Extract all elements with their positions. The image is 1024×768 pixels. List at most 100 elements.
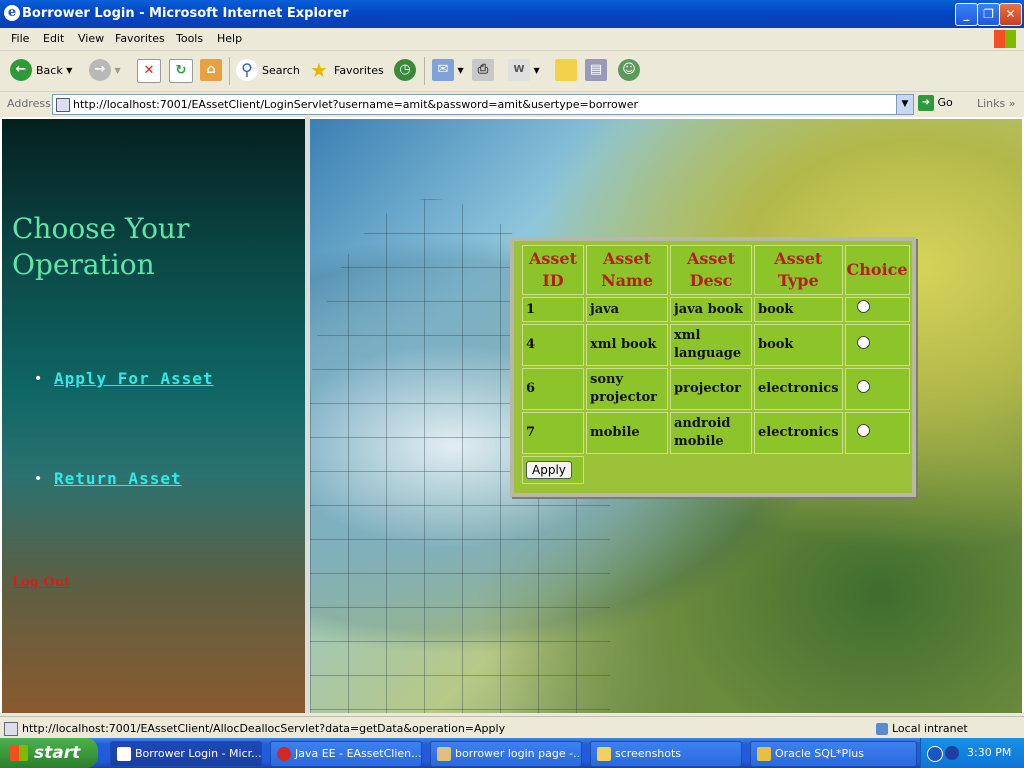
cell-asset-name: java xyxy=(586,297,668,322)
cell-apply: Apply xyxy=(522,456,584,484)
cell-asset-id: 4 xyxy=(522,324,584,366)
cell-asset-desc: projector xyxy=(670,368,752,410)
sqlplus-icon xyxy=(757,747,771,761)
intranet-icon xyxy=(876,723,888,735)
task-java-ee[interactable]: Java EE - EAssetClien... xyxy=(270,741,422,767)
menu-edit[interactable]: Edit xyxy=(43,32,64,45)
cell-asset-type: electronics xyxy=(754,412,843,454)
system-tray: 3:30 PM xyxy=(920,738,1024,768)
choice-radio[interactable] xyxy=(856,335,870,349)
home-icon: ⌂ xyxy=(200,59,222,81)
edit-button[interactable]: W ▼ xyxy=(508,59,540,83)
operation-list: Apply For Asset Return Asset xyxy=(14,369,214,569)
address-label: Address xyxy=(7,97,51,110)
cell-asset-type: book xyxy=(754,297,843,322)
stop-icon: ✕ xyxy=(137,59,161,83)
status-bar: http://localhost:7001/EAssetClient/Alloc… xyxy=(0,716,1024,739)
task-borrower-login[interactable]: Borrower Login - Micr... xyxy=(110,741,262,767)
back-arrow-icon: ← xyxy=(10,59,32,81)
cell-asset-type: electronics xyxy=(754,368,843,410)
task-borrower-login-page[interactable]: borrower login page -... xyxy=(430,741,582,767)
task-screenshots[interactable]: screenshots xyxy=(590,741,742,767)
links-toolbar[interactable]: Links » xyxy=(977,97,1016,110)
history-button[interactable]: ◷ xyxy=(394,59,416,83)
menu-bar: File Edit View Favorites Tools Help xyxy=(0,28,1024,51)
toolbar: ← Back ▼ → ▼ ✕ ↻ ⌂ ⚲ Search ★ Favorites ◷ ✉… xyxy=(0,51,1024,92)
address-url: http://localhost:7001/EAssetClient/Login… xyxy=(73,98,639,111)
research-button[interactable]: ▤ xyxy=(585,59,607,83)
note-icon xyxy=(555,59,577,81)
ie-icon: e xyxy=(4,5,20,21)
home-button[interactable]: ⌂ xyxy=(200,59,222,83)
go-button[interactable]: ➜ Go xyxy=(918,95,953,111)
minimize-button[interactable]: _ xyxy=(955,3,978,26)
favorites-button[interactable]: ★ Favorites xyxy=(308,59,384,83)
header-asset-id: Asset ID xyxy=(522,245,584,295)
apply-button[interactable]: Apply xyxy=(526,460,572,479)
network-icon[interactable] xyxy=(945,746,959,760)
page-icon xyxy=(4,722,18,736)
header-asset-desc: Asset Desc xyxy=(670,245,752,295)
choice-radio[interactable] xyxy=(856,379,870,393)
paint-icon xyxy=(437,747,451,761)
window-title: Borrower Login - Microsoft Internet Expl… xyxy=(22,6,349,21)
messenger-icon: ☺ xyxy=(618,59,640,81)
refresh-icon: ↻ xyxy=(169,59,193,83)
cell-asset-type: book xyxy=(754,324,843,366)
messenger-button[interactable]: ☺ xyxy=(618,59,640,83)
cell-choice xyxy=(844,368,910,410)
menu-view[interactable]: View xyxy=(78,32,104,45)
log-out-link[interactable]: Log Out xyxy=(12,575,70,590)
choice-radio[interactable] xyxy=(856,423,870,437)
tray-expand-icon[interactable] xyxy=(927,746,943,762)
mail-button[interactable]: ✉ ▼ xyxy=(432,59,464,83)
folder-icon xyxy=(597,747,611,761)
menu-tools[interactable]: Tools xyxy=(176,32,203,45)
return-asset-link[interactable]: Return Asset xyxy=(54,469,182,488)
task-oracle-sqlplus[interactable]: Oracle SQL*Plus xyxy=(750,741,917,767)
menu-file[interactable]: File xyxy=(11,32,29,45)
left-frame: Choose Your Operation Apply For Asset Re… xyxy=(2,119,305,713)
forward-button[interactable]: → ▼ xyxy=(89,59,121,83)
status-text: http://localhost:7001/EAssetClient/Alloc… xyxy=(22,722,506,735)
discuss-button[interactable] xyxy=(555,59,577,83)
table-row: 7 mobile android mobile electronics xyxy=(522,412,910,454)
header-asset-type: Asset Type xyxy=(754,245,843,295)
menu-help[interactable]: Help xyxy=(217,32,242,45)
address-input[interactable]: http://localhost:7001/EAssetClient/Login… xyxy=(52,94,914,115)
cell-asset-name: sony projector xyxy=(586,368,668,410)
cell-asset-desc: xml language xyxy=(670,324,752,366)
start-button[interactable]: start xyxy=(0,738,98,768)
list-item: Apply For Asset xyxy=(14,369,214,469)
cell-asset-id: 1 xyxy=(522,297,584,322)
table-row: 6 sony projector projector electronics xyxy=(522,368,910,410)
stop-button[interactable]: ✕ xyxy=(137,59,161,83)
mail-icon: ✉ xyxy=(432,59,454,81)
cell-asset-id: 6 xyxy=(522,368,584,410)
close-button[interactable]: ✕ xyxy=(999,3,1022,26)
print-button[interactable]: ⎙ xyxy=(472,59,494,83)
maximize-button[interactable]: ❐ xyxy=(977,3,1000,26)
cell-asset-id: 7 xyxy=(522,412,584,454)
go-arrow-icon: ➜ xyxy=(918,95,934,111)
list-item: Return Asset xyxy=(14,469,214,569)
cell-asset-desc: java book xyxy=(670,297,752,322)
page-icon xyxy=(56,98,70,112)
eclipse-icon xyxy=(277,747,291,761)
address-dropdown-icon[interactable]: ▼ xyxy=(896,95,913,114)
search-icon: ⚲ xyxy=(236,59,258,81)
back-button[interactable]: ← Back ▼ xyxy=(10,59,72,83)
apply-for-asset-link[interactable]: Apply For Asset xyxy=(54,369,214,388)
search-button[interactable]: ⚲ Search xyxy=(236,59,300,83)
clock: 3:30 PM xyxy=(967,746,1012,759)
menu-favorites[interactable]: Favorites xyxy=(115,32,165,45)
choice-radio[interactable] xyxy=(856,300,870,313)
cell-asset-desc: android mobile xyxy=(670,412,752,454)
refresh-button[interactable]: ↻ xyxy=(169,59,193,83)
print-icon: ⎙ xyxy=(472,59,494,81)
cell-choice xyxy=(844,412,910,454)
favorites-star-icon: ★ xyxy=(310,58,328,82)
address-bar: Address http://localhost:7001/EAssetClie… xyxy=(0,92,1024,116)
cell-choice xyxy=(844,324,910,366)
title-bar[interactable]: e Borrower Login - Microsoft Internet Ex… xyxy=(0,0,1024,28)
